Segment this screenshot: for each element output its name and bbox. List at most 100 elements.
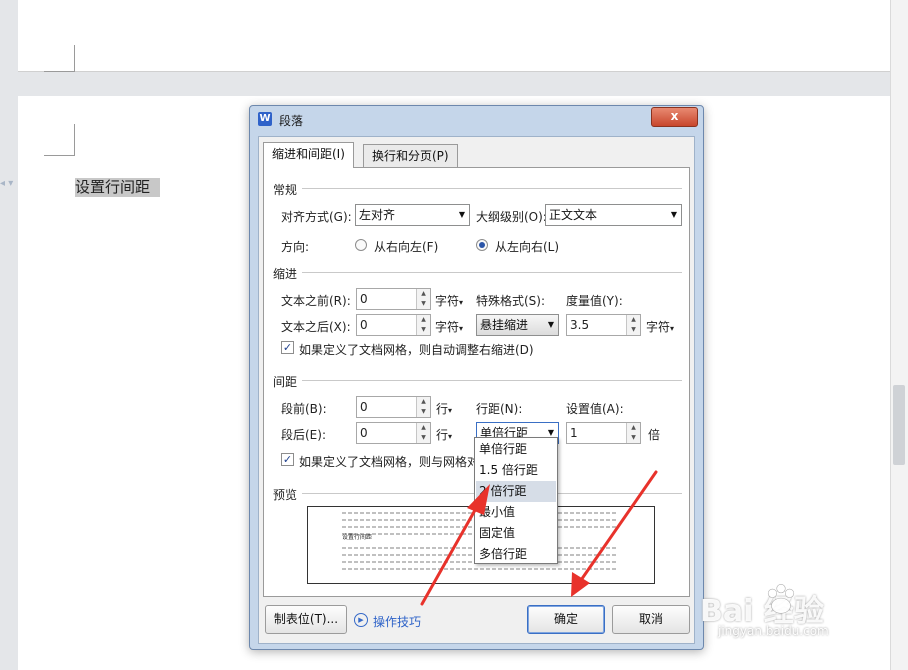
- chevron-down-icon: ▾: [459, 324, 464, 333]
- tab-line-page-breaks[interactable]: 换行和分页(P): [363, 144, 458, 167]
- ltr-label[interactable]: 从左向右(L): [495, 238, 559, 255]
- chevron-down-icon: ▼: [547, 320, 554, 329]
- grid-align-label[interactable]: 如果定义了文档网格，则与网格对: [299, 453, 479, 470]
- space-before-label: 段前(B):: [281, 402, 327, 416]
- ok-button[interactable]: 确定: [527, 605, 605, 634]
- chevron-down-icon: ▾: [670, 324, 675, 333]
- chevron-down-icon: ▾: [448, 432, 453, 441]
- special-format-value: 悬挂缩进: [480, 318, 529, 332]
- auto-adjust-label[interactable]: 如果定义了文档网格，则自动调整右缩进(D): [299, 341, 534, 358]
- close-icon: x: [670, 109, 679, 123]
- dialog-title: 段落: [279, 114, 304, 128]
- scrollbar-thumb[interactable]: [893, 385, 905, 465]
- rtl-radio[interactable]: [355, 239, 367, 251]
- special-format-select[interactable]: 悬挂缩进 ▼: [476, 314, 559, 336]
- app-icon: W: [258, 112, 272, 126]
- measure-input[interactable]: 3.5 ▲ ▼: [566, 314, 641, 336]
- spin-down-icon[interactable]: ▼: [417, 433, 430, 443]
- space-before-input[interactable]: 0 ▲ ▼: [356, 396, 431, 418]
- measure-unit[interactable]: 字符▾: [646, 318, 674, 335]
- space-after-label: 段后(E):: [281, 428, 326, 442]
- section-indent: 缩进: [273, 267, 298, 281]
- play-circle-icon[interactable]: ▶: [354, 613, 368, 627]
- alignment-value: 左对齐: [359, 208, 396, 222]
- spin-down-icon[interactable]: ▼: [417, 407, 430, 417]
- alignment-select[interactable]: 左对齐 ▼: [355, 204, 470, 226]
- tab-indent-spacing[interactable]: 缩进和间距(I): [263, 142, 354, 168]
- indent-before-input[interactable]: 0 ▲ ▼: [356, 288, 431, 310]
- spin-up-icon[interactable]: ▲: [627, 423, 640, 433]
- spin-up-icon[interactable]: ▲: [627, 315, 640, 325]
- chevron-down-icon: ▾: [448, 406, 453, 415]
- cancel-button[interactable]: 取消: [612, 605, 690, 634]
- watermark-url: jingyan.baidu.com: [718, 624, 829, 638]
- section-divider: [302, 272, 682, 273]
- line-spacing-option-minimum[interactable]: 最小值: [476, 502, 556, 523]
- set-value-input[interactable]: 1 ▲ ▼: [566, 422, 641, 444]
- line-spacing-option-double[interactable]: 2 倍行距: [476, 481, 556, 502]
- spin-up-icon[interactable]: ▲: [417, 397, 430, 407]
- indent-after-value: 0: [360, 318, 368, 332]
- close-button[interactable]: x: [651, 107, 698, 127]
- left-margin-marker-icon: ◂ ▾: [0, 178, 14, 189]
- auto-adjust-checkbox[interactable]: ✓: [281, 341, 294, 354]
- section-divider: [302, 188, 682, 189]
- preview-sample-text: 设置行间距: [342, 534, 373, 541]
- spin-down-icon[interactable]: ▼: [417, 299, 430, 309]
- set-value-unit: 倍: [648, 428, 661, 442]
- paragraph-dialog: W 段落 x 缩进和间距(I) 换行和分页(P) 常规 对齐方式(G): 左对齐…: [249, 105, 704, 650]
- indent-before-label: 文本之前(R):: [281, 294, 351, 308]
- section-spacing: 间距: [273, 375, 298, 389]
- measure-value: 3.5: [570, 318, 590, 332]
- section-general: 常规: [273, 183, 298, 197]
- direction-label: 方向:: [281, 240, 310, 254]
- page-corner-mark: [44, 45, 75, 72]
- indent-before-unit[interactable]: 字符▾: [435, 292, 463, 309]
- indent-after-label: 文本之后(X):: [281, 320, 351, 334]
- alignment-label: 对齐方式(G):: [281, 210, 352, 224]
- indent-after-unit[interactable]: 字符▾: [435, 318, 463, 335]
- vertical-scrollbar[interactable]: [890, 0, 908, 670]
- spin-up-icon[interactable]: ▲: [417, 423, 430, 433]
- space-after-input[interactable]: 0 ▲ ▼: [356, 422, 431, 444]
- spin-down-icon[interactable]: ▼: [417, 325, 430, 335]
- special-format-label: 特殊格式(S):: [476, 294, 546, 308]
- tab-stops-button[interactable]: 制表位(T)...: [265, 605, 347, 634]
- outline-level-value: 正文文本: [549, 208, 598, 222]
- operation-tips-link[interactable]: 操作技巧: [373, 613, 421, 630]
- indent-after-input[interactable]: 0 ▲ ▼: [356, 314, 431, 336]
- paw-icon: [767, 584, 795, 614]
- indent-before-value: 0: [360, 292, 368, 306]
- line-spacing-label: 行距(N):: [476, 402, 523, 416]
- line-spacing-dropdown: 单倍行距 1.5 倍行距 2 倍行距 最小值 固定值 多倍行距: [474, 437, 558, 564]
- spin-up-icon[interactable]: ▲: [417, 289, 430, 299]
- line-spacing-option-exact[interactable]: 固定值: [476, 523, 556, 544]
- set-value-label: 设置值(A):: [566, 402, 624, 416]
- line-spacing-option-single[interactable]: 单倍行距: [476, 439, 556, 460]
- outline-level-label: 大纲级别(O):: [476, 210, 547, 224]
- chevron-down-icon: ▼: [670, 210, 677, 219]
- chevron-down-icon: ▼: [458, 210, 465, 219]
- preview-line: [342, 568, 618, 570]
- space-before-value: 0: [360, 400, 368, 414]
- section-preview: 预览: [273, 488, 298, 502]
- section-divider: [302, 380, 682, 381]
- grid-align-checkbox[interactable]: ✓: [281, 453, 294, 466]
- selected-document-text[interactable]: 设置行间距: [75, 178, 161, 197]
- dialog-client: 缩进和间距(I) 换行和分页(P) 常规 对齐方式(G): 左对齐 ▼ 大纲级别…: [258, 136, 695, 644]
- document-page-previous: [18, 0, 890, 72]
- spin-down-icon[interactable]: ▼: [627, 325, 640, 335]
- measure-label: 度量值(Y):: [566, 294, 623, 308]
- line-spacing-option-multiple[interactable]: 多倍行距: [476, 544, 556, 565]
- space-before-unit[interactable]: 行▾: [436, 400, 452, 417]
- outline-level-select[interactable]: 正文文本 ▼: [545, 204, 682, 226]
- spin-up-icon[interactable]: ▲: [417, 315, 430, 325]
- spin-down-icon[interactable]: ▼: [627, 433, 640, 443]
- rtl-label[interactable]: 从右向左(F): [374, 238, 438, 255]
- space-after-unit[interactable]: 行▾: [436, 426, 452, 443]
- set-value-value: 1: [570, 426, 578, 440]
- line-spacing-option-1-5[interactable]: 1.5 倍行距: [476, 460, 556, 481]
- dialog-titlebar[interactable]: W 段落 x: [250, 106, 703, 132]
- chevron-down-icon: ▾: [459, 298, 464, 307]
- ltr-radio[interactable]: [476, 239, 488, 251]
